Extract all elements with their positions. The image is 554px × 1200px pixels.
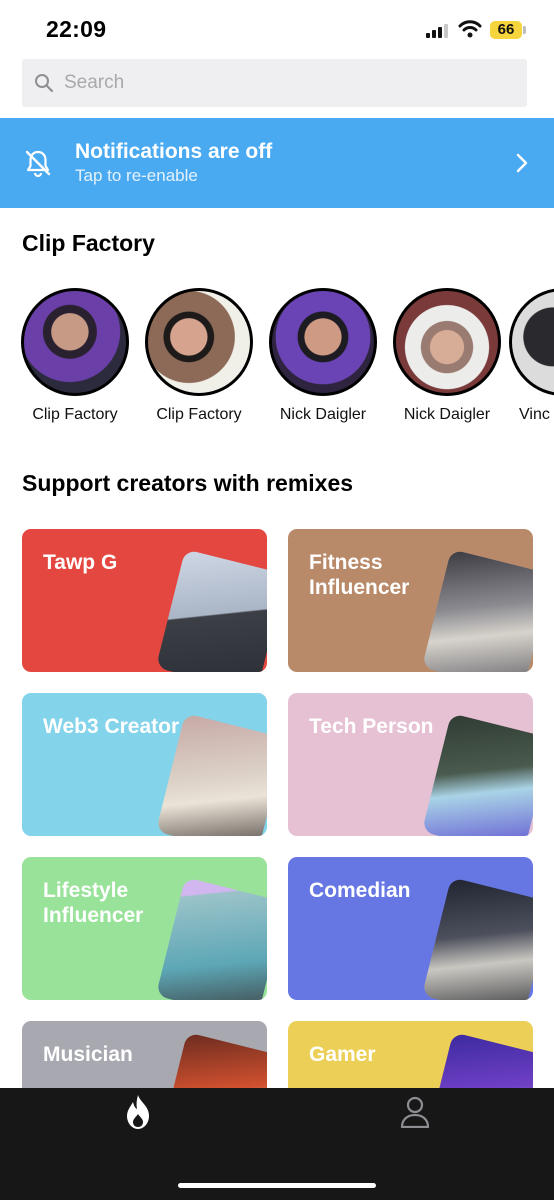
story-label: Clip Factory (156, 406, 242, 423)
creator-stories: Clip Factory Clip Factory Nick Daigler N… (0, 288, 554, 438)
remix-card[interactable]: Tawp G (22, 529, 267, 672)
remix-card[interactable]: Tech Person (288, 693, 533, 836)
chevron-right-icon (516, 153, 528, 173)
search-icon (35, 74, 54, 93)
banner-subtitle: Tap to re-enable (75, 166, 198, 185)
bell-slash-icon (25, 150, 51, 178)
search-bar[interactable] (22, 59, 527, 107)
remix-card[interactable]: Fitness Influencer (288, 529, 533, 672)
remix-card-label: Lifestyle Influencer (43, 879, 144, 927)
status-bar: 22:09 66 (0, 0, 554, 58)
story-item[interactable]: Clip Factory (13, 288, 137, 424)
remixes-heading: Support creators with remixes (22, 470, 354, 496)
remix-card[interactable]: Comedian (288, 857, 533, 1000)
notifications-off-banner[interactable]: Notifications are off Tap to re-enable (0, 118, 554, 208)
story-label: Nick Daigler (279, 406, 367, 423)
banner-title: Notifications are off (75, 140, 273, 163)
avatar (145, 288, 253, 396)
story-item[interactable]: Nick Daigler (385, 288, 509, 424)
remix-card-label: Musician (43, 1043, 133, 1066)
remix-card-label: Tech Person (309, 715, 434, 738)
story-label: Nick Daigler (403, 406, 491, 423)
story-label: Vinc (519, 406, 550, 423)
cellular-signal-icon (426, 24, 448, 38)
remix-card-label: Comedian (309, 879, 411, 902)
avatar (509, 288, 554, 396)
remix-card-label: Gamer (309, 1043, 376, 1066)
avatar (269, 288, 377, 396)
story-item[interactable]: Clip Factory (137, 288, 261, 424)
story-item[interactable]: Nick Daigler (261, 288, 385, 424)
story-item[interactable]: Vinc (509, 288, 554, 424)
status-time: 22:09 (46, 16, 107, 42)
story-label: Clip Factory (32, 406, 118, 423)
battery-level: 66 (490, 21, 522, 39)
avatar (21, 288, 129, 396)
home-indicator (178, 1183, 376, 1188)
avatar (393, 288, 501, 396)
remix-card-label: Web3 Creator (43, 715, 180, 738)
remix-card[interactable]: Web3 Creator (22, 693, 267, 836)
remix-card-label: Tawp G (43, 551, 118, 574)
remix-card-label: Fitness Influencer (309, 551, 410, 599)
clip-factory-heading: Clip Factory (22, 230, 155, 256)
wifi-icon (458, 20, 482, 38)
remix-card[interactable]: Lifestyle Influencer (22, 857, 267, 1000)
profile-icon[interactable] (400, 1096, 430, 1128)
flame-icon[interactable] (124, 1094, 152, 1130)
search-input[interactable] (64, 59, 504, 107)
battery-nub (523, 26, 526, 34)
